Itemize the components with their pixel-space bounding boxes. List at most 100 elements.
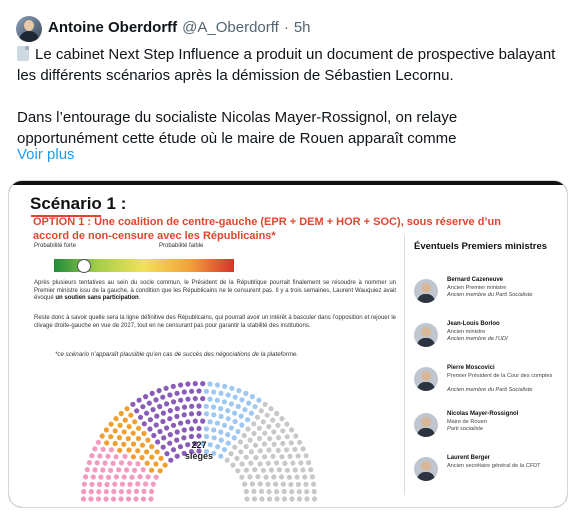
seat-dot: [189, 426, 195, 432]
seat-dot: [247, 437, 253, 443]
seat-dot: [311, 496, 318, 502]
minister-photo: [414, 279, 438, 303]
seat-dot: [108, 467, 114, 473]
seat-dot: [97, 481, 103, 487]
seat-dot: [100, 467, 106, 473]
seat-dot: [135, 481, 141, 487]
seat-dot: [249, 394, 255, 400]
seat-dot: [160, 418, 166, 425]
seat-dot: [284, 467, 290, 473]
seat-dot: [139, 455, 145, 461]
seat-dot: [144, 410, 150, 416]
seat-dot: [121, 474, 127, 480]
seat-dot: [140, 467, 146, 473]
seat-dot: [246, 400, 252, 406]
seat-dot: [295, 481, 301, 487]
seat-dot: [122, 453, 128, 459]
seat-dot: [258, 408, 264, 414]
seat-dot: [270, 417, 276, 423]
seat-dot: [146, 400, 152, 406]
seat-dot: [243, 390, 249, 396]
seat-dot: [162, 462, 168, 468]
seat-dot: [282, 460, 288, 466]
seat-dot: [174, 406, 180, 412]
minister-card: Pierre Moscovici Premier Président de la…: [414, 365, 564, 397]
seat-dot: [249, 481, 255, 487]
seat-count-label: sièges: [184, 451, 214, 461]
show-more-link[interactable]: Voir plus: [17, 146, 75, 163]
avatar[interactable]: [16, 16, 42, 42]
seat-dot: [270, 453, 276, 459]
seat-dot: [141, 421, 147, 427]
seat-dot: [281, 488, 287, 495]
seat-dot: [88, 496, 94, 502]
scenario-document: Scénario 1 : OPTION 1 : Une coalition de…: [9, 185, 567, 507]
seat-dot: [279, 454, 285, 460]
seat-dot: [150, 481, 156, 487]
seat-dot: [247, 474, 253, 480]
seat-dot: [129, 474, 135, 480]
author-handle[interactable]: @A_Oberdorff: [182, 19, 279, 36]
seat-dot: [230, 462, 236, 468]
seat-dot: [189, 388, 195, 394]
seat-dot: [164, 401, 170, 407]
seat-dot: [243, 444, 249, 450]
seat-dot: [267, 436, 273, 442]
seat-dot: [251, 488, 257, 494]
seat-dot: [137, 474, 143, 480]
minister-role: Premier Président de la Cour des comptes: [447, 373, 553, 379]
seat-dot: [124, 467, 130, 473]
seat-dot: [304, 489, 310, 495]
tweet[interactable]: Antoine Oberdorff @A_Oberdorff · 5h Le c…: [0, 0, 574, 514]
page-facing-up-icon: [17, 46, 29, 61]
seat-dot: [149, 454, 155, 460]
seat-dot: [275, 422, 281, 428]
seat-dot: [257, 448, 263, 454]
seat-dot: [118, 496, 124, 502]
seat-dot: [257, 461, 263, 467]
seat-dot: [265, 460, 271, 466]
author-name[interactable]: Antoine Oberdorff: [48, 19, 177, 36]
seat-dot: [112, 428, 118, 434]
seat-dot: [113, 474, 119, 480]
seat-dot: [303, 453, 309, 459]
tweet-image[interactable]: Scénario 1 : OPTION 1 : Une coalition de…: [8, 180, 568, 508]
seat-dot: [157, 428, 163, 435]
seat-dot: [196, 403, 202, 409]
seat-dot: [141, 488, 147, 494]
seat-dot: [238, 449, 244, 455]
seat-dot: [287, 453, 293, 459]
seat-dot: [266, 496, 273, 502]
seat-dot: [302, 474, 308, 480]
seat-dot: [263, 474, 269, 480]
seat-dot: [163, 385, 169, 391]
seat-dot: [188, 433, 194, 440]
seat-dot: [110, 496, 117, 502]
minister-name: Jean-Louis Borloo: [447, 321, 500, 327]
seat-dot: [122, 417, 128, 423]
seat-dot: [153, 461, 159, 467]
seat-dot: [243, 467, 249, 473]
seat-dot: [144, 449, 150, 455]
seat-dot: [203, 411, 210, 417]
seat-dot: [126, 489, 132, 495]
seat-dot: [225, 432, 231, 438]
seat-dot: [309, 474, 315, 480]
seat-dot: [149, 390, 155, 396]
seat-dot: [111, 488, 117, 495]
seat-dot: [160, 410, 166, 416]
seat-dot: [133, 496, 139, 502]
seat-dot: [113, 416, 119, 422]
minister-affiliation: Ancien membre du Parti Socialiste: [447, 387, 533, 393]
minister-card: Jean-Louis Borloo Ancien ministre Ancien…: [414, 321, 564, 353]
seat-dot: [260, 419, 266, 425]
seat-dot: [81, 481, 87, 487]
seat-dot: [133, 488, 140, 494]
seat-dot: [125, 436, 131, 442]
seat-dot: [257, 481, 263, 487]
seat-dot: [185, 396, 191, 402]
seat-dot: [181, 404, 188, 410]
paragraph-1-text: Le cabinet Next Step Influence a produit…: [17, 46, 556, 84]
timestamp[interactable]: 5h: [294, 19, 311, 36]
seat-dot: [157, 468, 163, 474]
